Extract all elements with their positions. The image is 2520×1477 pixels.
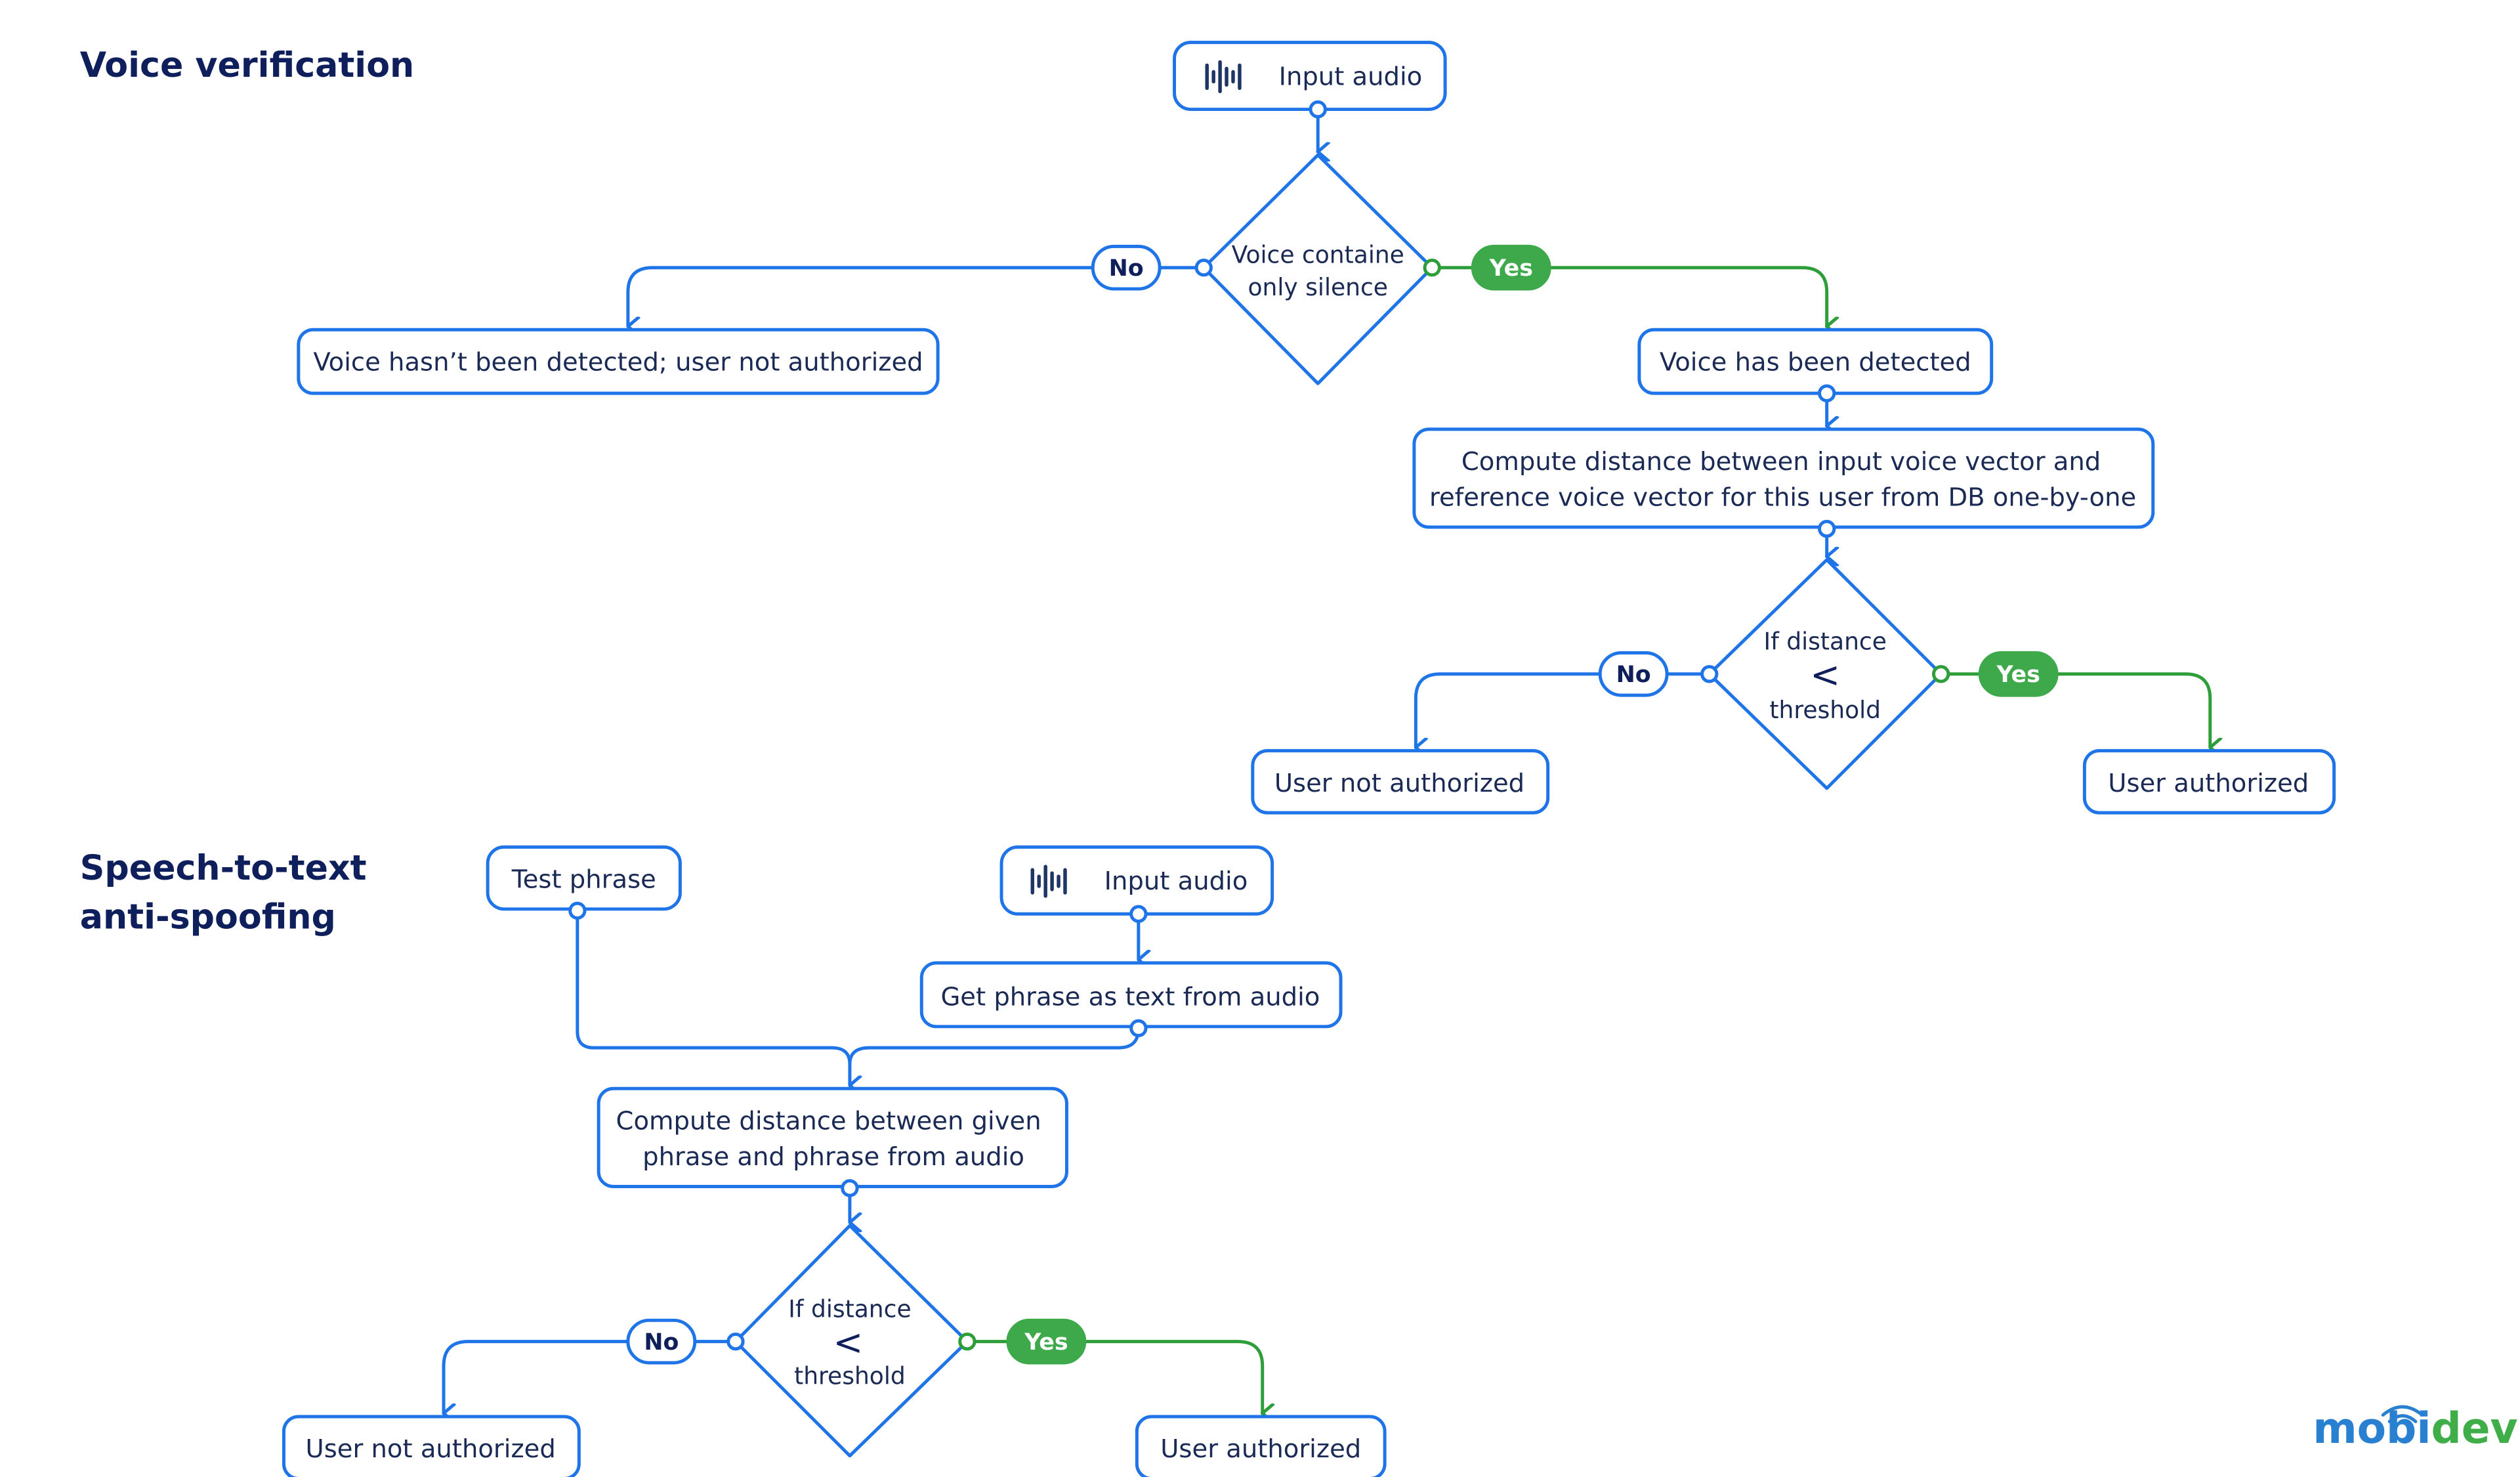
port bbox=[841, 1179, 859, 1197]
port bbox=[1423, 259, 1441, 277]
logo-text-mobi: mobi bbox=[2313, 1404, 2431, 1453]
svg-text:Yes: Yes bbox=[1996, 662, 2040, 688]
decision-label-line1: If distance bbox=[1763, 628, 1886, 655]
decision-label-line2: threshold bbox=[1769, 697, 1881, 724]
node-label: Input audio bbox=[1279, 62, 1423, 91]
port bbox=[1818, 519, 1836, 538]
port bbox=[726, 1332, 745, 1351]
port bbox=[958, 1332, 976, 1351]
port bbox=[1309, 100, 1327, 119]
mobidev-logo: mobidev bbox=[2313, 1404, 2517, 1453]
node-label-line2: phrase and phrase from audio bbox=[642, 1142, 1024, 1172]
node-label: User not authorized bbox=[306, 1434, 556, 1464]
node-voice-detected[interactable]: Voice has been detected bbox=[1637, 328, 1994, 395]
node-get-phrase[interactable]: Get phrase as text from audio bbox=[919, 961, 1343, 1029]
yes-label-pill: Yes bbox=[1006, 1318, 1087, 1365]
decision-label-line2: threshold bbox=[794, 1363, 906, 1390]
decision-label-line1: Voice containe bbox=[1232, 242, 1404, 268]
decision-label-line1: If distance bbox=[788, 1296, 911, 1323]
anti-spoofing-section: Speech-to-text anti-spoofing Test phrase… bbox=[80, 845, 1387, 1477]
node-label-line2: reference voice vector for this user fro… bbox=[1429, 483, 2136, 513]
less-than-symbol: < bbox=[833, 1321, 864, 1363]
node-label: User authorized bbox=[1160, 1434, 1361, 1464]
node-label: Get phrase as text from audio bbox=[940, 982, 1320, 1012]
yes-label-pill: Yes bbox=[1978, 651, 2059, 697]
port bbox=[1700, 665, 1719, 683]
node-label: Voice hasn’t been detected; user not aut… bbox=[313, 347, 923, 377]
decision-silence-check[interactable]: Voice containe only silence bbox=[1202, 153, 1434, 385]
no-label-pill: No bbox=[1598, 651, 1669, 697]
svg-text:Yes: Yes bbox=[1489, 255, 1533, 282]
voice-verification-section: Voice verification Input audio Voice con… bbox=[80, 41, 2336, 815]
node-user-authorized-2[interactable]: User authorized bbox=[1135, 1415, 1387, 1477]
node-user-authorized[interactable]: User authorized bbox=[2082, 749, 2336, 815]
node-input-audio[interactable]: Input audio bbox=[1173, 41, 1447, 112]
node-user-not-authorized-2[interactable]: User not authorized bbox=[282, 1415, 581, 1477]
node-label: Input audio bbox=[1104, 867, 1248, 896]
port bbox=[1129, 1019, 1148, 1037]
node-test-phrase[interactable]: Test phrase bbox=[486, 845, 682, 911]
no-label-pill: No bbox=[626, 1318, 697, 1365]
section-title-line1: Speech-to-text bbox=[80, 849, 367, 888]
svg-text:Yes: Yes bbox=[1024, 1329, 1068, 1356]
edge-test-phrase bbox=[576, 910, 850, 1085]
less-than-symbol: < bbox=[1810, 654, 1840, 696]
svg-text:No: No bbox=[1109, 255, 1144, 282]
svg-text:No: No bbox=[644, 1329, 679, 1356]
no-label-pill: No bbox=[1091, 244, 1162, 291]
flowchart-canvas: Voice verification Input audio Voice con… bbox=[80, 41, 2518, 1477]
node-compute-voice-distance[interactable]: Compute distance between input voice vec… bbox=[1412, 427, 2155, 529]
logo-text-dev: dev bbox=[2431, 1404, 2517, 1453]
decision-label-line2: only silence bbox=[1248, 274, 1388, 301]
port bbox=[1194, 259, 1213, 277]
logo-text: mobidev bbox=[2313, 1404, 2517, 1453]
edge-get-phrase bbox=[848, 1028, 1141, 1065]
node-voice-not-detected[interactable]: Voice hasn’t been detected; user not aut… bbox=[297, 328, 940, 395]
port bbox=[568, 901, 587, 920]
svg-text:No: No bbox=[1616, 662, 1651, 688]
section-title-voice-verification: Voice verification bbox=[80, 46, 414, 85]
port bbox=[1932, 665, 1950, 683]
yes-label-pill: Yes bbox=[1471, 244, 1551, 291]
port bbox=[1818, 384, 1836, 402]
node-input-audio-2[interactable]: Input audio bbox=[999, 845, 1274, 916]
decision-threshold-check[interactable]: If distance < threshold bbox=[1708, 558, 1943, 790]
node-label: Test phrase bbox=[511, 865, 656, 894]
node-label: User not authorized bbox=[1274, 769, 1524, 798]
node-label-line1: Compute distance between given bbox=[616, 1106, 1041, 1136]
node-label-line1: Compute distance between input voice vec… bbox=[1461, 447, 2101, 477]
node-label: Voice has been detected bbox=[1660, 347, 1971, 377]
node-label: User authorized bbox=[2108, 769, 2309, 798]
node-compute-phrase-distance[interactable]: Compute distance between given phrase an… bbox=[597, 1086, 1068, 1188]
section-title-line2: anti-spoofing bbox=[80, 898, 336, 937]
node-user-not-authorized[interactable]: User not authorized bbox=[1251, 749, 1550, 815]
port bbox=[1129, 905, 1148, 923]
decision-threshold-check-2[interactable]: If distance < threshold bbox=[734, 1224, 969, 1458]
